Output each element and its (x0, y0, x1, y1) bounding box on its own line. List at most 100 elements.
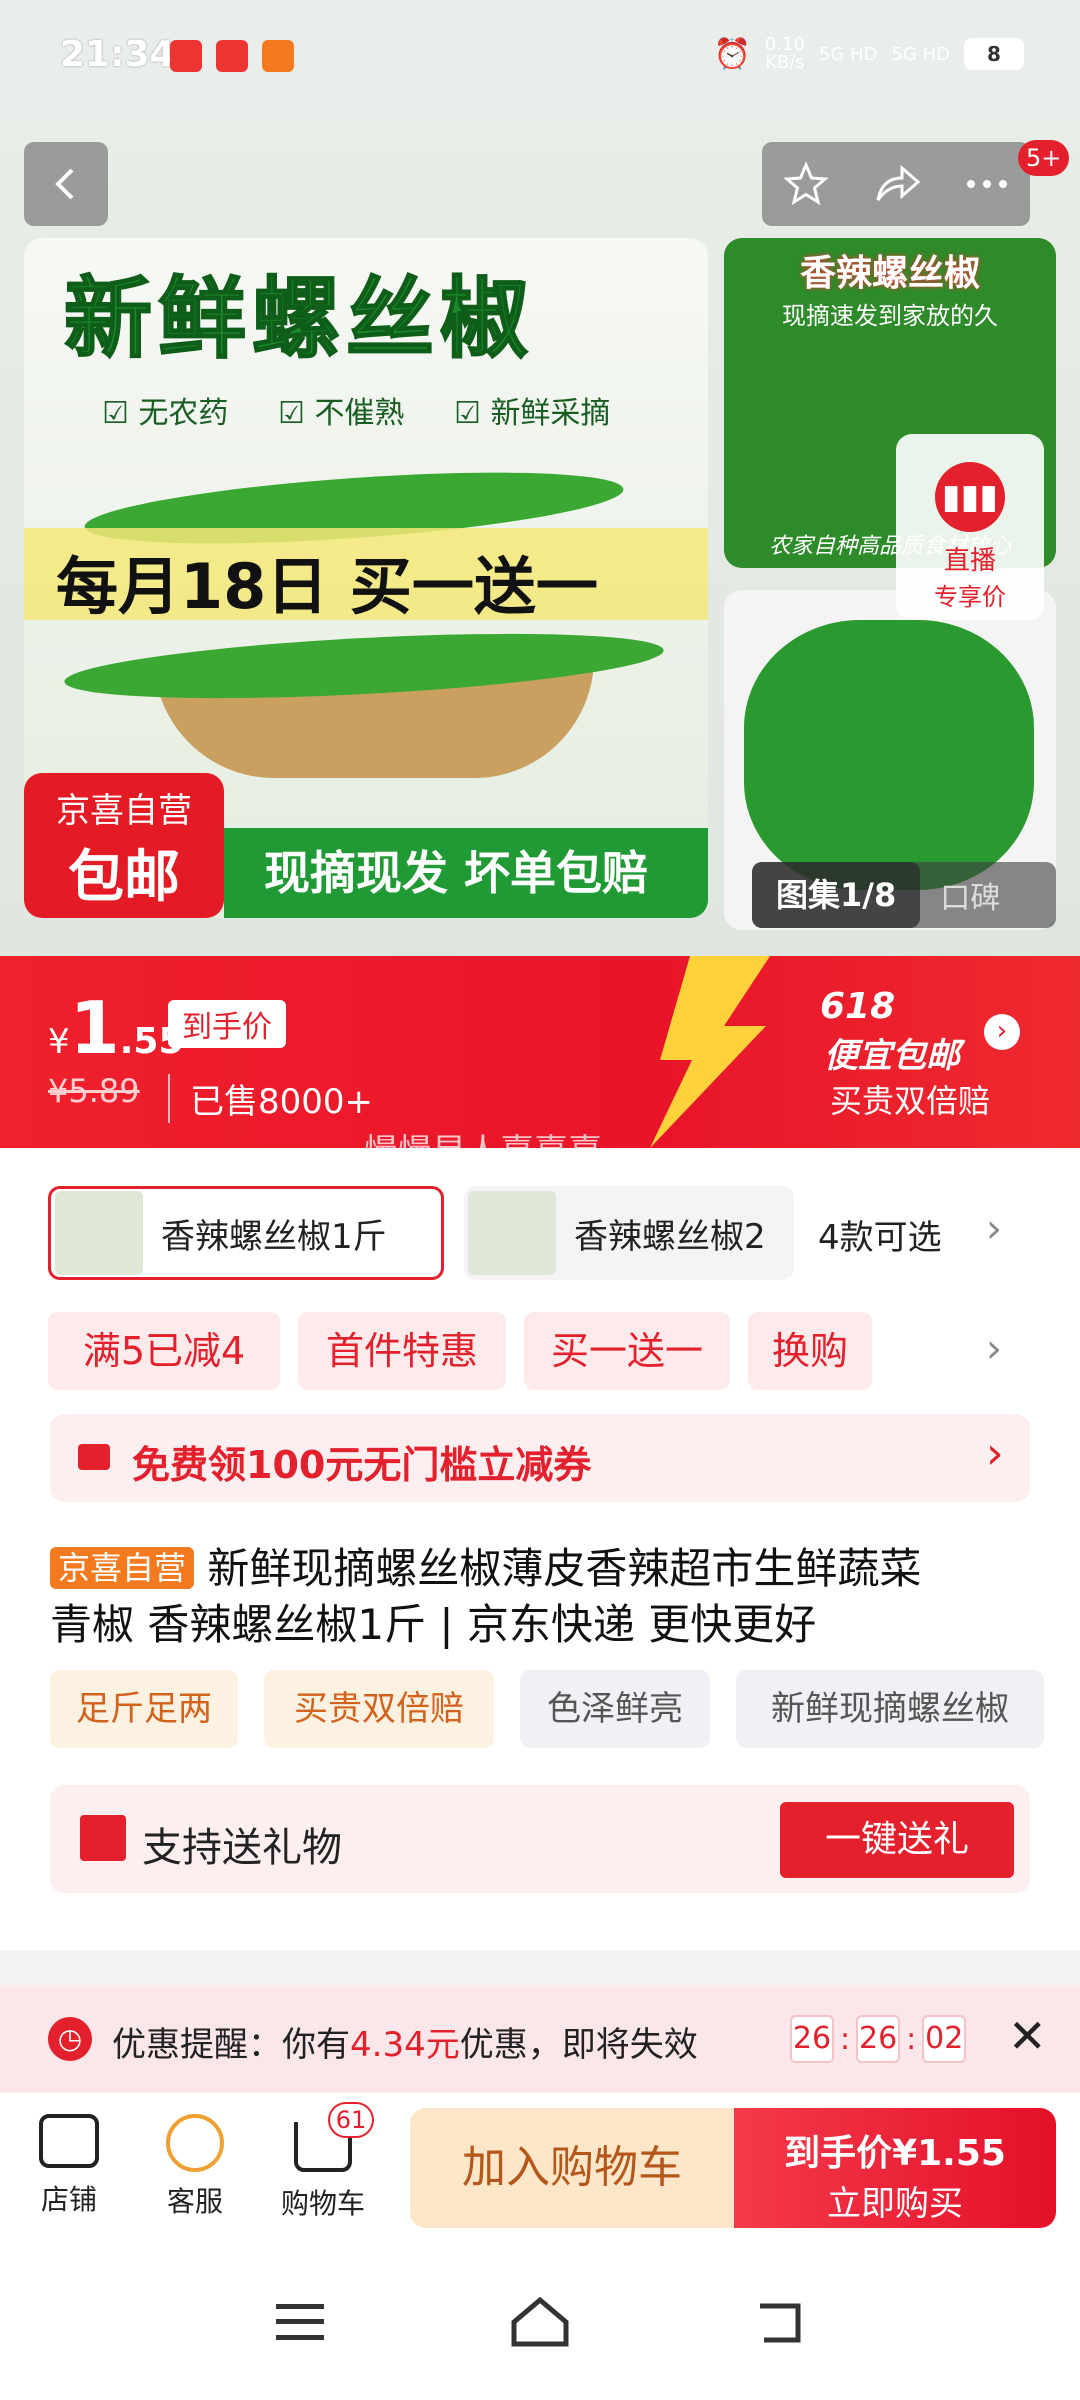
cart-button[interactable]: 购物车 61 (268, 2102, 378, 2222)
live-icon: ▮▮▮ (935, 462, 1005, 532)
promo-band: 每月18日 买一送一 (24, 528, 708, 623)
status-right: ⏰ 0.10 KB/s 5G HD 5G HD 8 (713, 36, 1024, 72)
net-speed-unit: KB/s (765, 52, 805, 73)
jingxi-badge: 京喜自营 包邮 (24, 773, 224, 918)
sku-option-2[interactable]: 香辣螺丝椒2 (464, 1186, 794, 1280)
event-subtitle: 买贵双倍赔 (830, 1082, 991, 1120)
chevron-right-icon[interactable]: › (986, 1326, 1002, 1372)
product-page: 21:34 ⏰ 0.10 KB/s 5G HD 5G HD 8 5+ 新鲜螺丝椒… (0, 0, 1080, 2400)
reminder-post: 优惠，即将失效 (459, 2025, 698, 2065)
more-icon[interactable] (965, 178, 1009, 190)
check-label-2: ☑ 不催熟 (278, 396, 405, 431)
check-text: 无农药 (138, 396, 229, 431)
product-title: 京喜自营 新鲜现摘螺丝椒薄皮香辣超市生鲜蔬菜 青椒 香辣螺丝椒1斤 | 京东快递… (50, 1540, 1040, 1653)
event-title: 便宜包邮 (824, 1036, 960, 1076)
chevron-left-icon (55, 168, 74, 200)
toolbar-group (762, 142, 1030, 226)
feature-tag: 新鲜现摘螺丝椒 (736, 1670, 1044, 1748)
sku-thumb (55, 1191, 143, 1275)
coupon-bar[interactable]: 免费领100元无门槛立减券 › (50, 1414, 1030, 1502)
bottom-action-bar: 店铺 客服 购物车 61 加入购物车 到手价¥1.55 立即购买 (0, 2094, 1080, 2244)
currency: ¥ (48, 1022, 70, 1062)
countdown-hours: 26 (790, 2015, 834, 2063)
status-bar: 21:34 ⏰ 0.10 KB/s 5G HD 5G HD 8 (0, 0, 1080, 120)
alarm-icon: ⏰ (713, 36, 751, 72)
sku-label: 香辣螺丝椒1斤 (161, 1216, 387, 1257)
guarantee-bar: 现摘现发 坏单包赔 (224, 828, 708, 918)
main-product-image[interactable]: 新鲜螺丝椒 ☑ 无农药 ☑ 不催熟 ☑ 新鲜采摘 每月18日 买一送一 现摘现发… (24, 238, 708, 918)
close-icon[interactable]: ✕ (1008, 2009, 1047, 2063)
divider (0, 1950, 1080, 1985)
chevron-right-icon[interactable]: › (986, 1206, 1002, 1252)
buy-now-button[interactable]: 到手价¥1.55 立即购买 (734, 2108, 1056, 2228)
price-int: 1 (69, 986, 120, 1070)
feature-tag: 足斤足两 (50, 1670, 238, 1748)
reviews-tab[interactable]: 口碑 (940, 873, 1000, 917)
countdown-seconds: 02 (922, 2015, 967, 2063)
sku-thumb (468, 1191, 556, 1275)
back-nav-icon[interactable] (754, 2300, 808, 2346)
clock: 21:34 (60, 34, 175, 75)
badge-top: 京喜自营 (56, 791, 192, 831)
coupon-text: 免费领100元无门槛立减券 (132, 1443, 592, 1487)
shop-button[interactable]: 店铺 (14, 2114, 124, 2218)
sku-label: 香辣螺丝椒2 (574, 1216, 766, 1257)
price-tag: 到手价 (168, 1000, 286, 1048)
signal-2: 5G HD (891, 43, 950, 65)
watermark: 慢慢星人熹熹熹 (364, 1132, 602, 1172)
clock-icon: ◷ (48, 2017, 92, 2061)
feature-tag: 色泽鲜亮 (520, 1670, 710, 1748)
image-title: 新鲜螺丝椒 (63, 266, 535, 371)
title-badge: 京喜自营 (50, 1547, 195, 1589)
live-label: 直播 (943, 546, 996, 576)
badge-bottom: 包邮 (68, 845, 180, 910)
reminder-text: 优惠提醒：你有4.34元优惠，即将失效 (112, 2017, 698, 2066)
countdown-minutes: 26 (856, 2015, 901, 2063)
thumb-title: 香辣螺丝椒 (799, 253, 980, 294)
gift-icon (80, 1815, 126, 1861)
live-stream-button[interactable]: ▮▮▮ 直播 专享价 (896, 434, 1044, 620)
service-button[interactable]: 客服 (140, 2114, 250, 2220)
live-sublabel: 专享价 (934, 583, 1006, 611)
app-notification-icon (216, 40, 248, 72)
signal-1: 5G HD (818, 43, 878, 65)
pepper-pile (744, 620, 1034, 890)
service-icon (166, 2114, 224, 2172)
network-speed: 0.10 KB/s (765, 36, 805, 72)
gallery-counter-bar[interactable]: 图集1/8 口碑 (752, 862, 1056, 928)
promo-tag[interactable]: 首件特惠 (298, 1312, 506, 1390)
final-price: ¥ 1 .55 (48, 986, 184, 1070)
chevron-right-icon: › (986, 1428, 1004, 1479)
add-to-cart-button[interactable]: 加入购物车 (410, 2108, 734, 2228)
promo-tag[interactable]: 满5已减4 (48, 1312, 280, 1390)
buy-now-label: 立即购买 (827, 2184, 963, 2224)
promo-tag[interactable]: 换购 (748, 1312, 872, 1390)
gift-section: 支持送礼物 一键送礼 (50, 1785, 1030, 1893)
promo-tag[interactable]: 买一送一 (524, 1312, 730, 1390)
app-notification-icon (170, 40, 202, 72)
chevron-right-icon[interactable]: › (984, 1014, 1020, 1050)
price-banner: ¥ 1 .55 到手价 ¥5.89 已售8000+ 618 便宜包邮 › 买贵双… (0, 956, 1080, 1172)
shop-icon (39, 2114, 99, 2168)
menu-icon[interactable] (276, 2304, 324, 2340)
reminder-amount: 4.34元 (350, 2025, 460, 2065)
gift-button[interactable]: 一键送礼 (780, 1802, 1014, 1878)
discount-reminder: ◷ 优惠提醒：你有4.34元优惠，即将失效 26: 26: 02 ✕ (0, 1985, 1080, 2093)
system-nav-bar (0, 2244, 1080, 2400)
gift-text: 支持送礼物 (142, 1825, 342, 1871)
battery-icon: 8 (964, 38, 1024, 70)
thumb-subtitle: 现摘速发到家放的久 (782, 302, 998, 330)
image-counter: 图集1/8 (752, 862, 921, 928)
message-badge: 5+ (1018, 140, 1070, 176)
share-icon[interactable] (872, 162, 922, 206)
promo-text: 每月18日 买一送一 (56, 550, 598, 623)
star-icon[interactable] (783, 161, 830, 207)
sold-count: 已售8000+ (168, 1074, 373, 1123)
service-label: 客服 (166, 2185, 223, 2218)
home-icon[interactable] (508, 2294, 572, 2350)
sku-count[interactable]: 4款可选 (818, 1210, 942, 1259)
title-line-1: 新鲜现摘螺丝椒薄皮香辣超市生鲜蔬菜 (207, 1544, 922, 1593)
original-price: ¥5.89 (48, 1072, 140, 1110)
sku-option-1[interactable]: 香辣螺丝椒1斤 (48, 1186, 444, 1280)
back-button[interactable] (24, 142, 108, 226)
